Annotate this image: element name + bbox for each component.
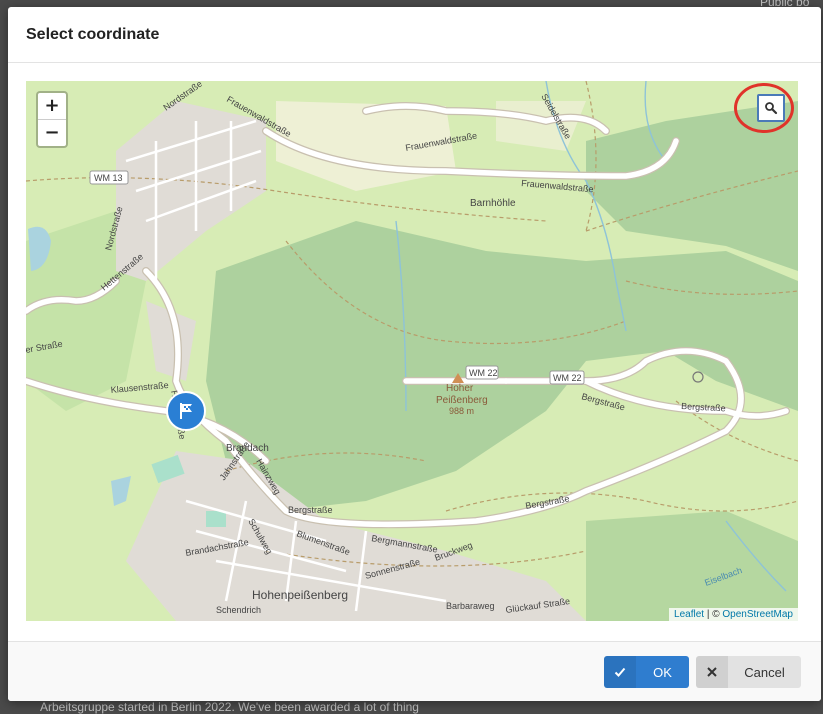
attribution-separator: | © [704, 609, 723, 620]
map-label-hohenpeissenberg: Hohenpeißenberg [252, 588, 348, 602]
map-label-bergstrasse-mid: Bergstraße [288, 505, 333, 515]
map-label-wm22a: WM 22 [469, 368, 498, 378]
openstreetmap-link[interactable]: OpenStreetMap [722, 609, 793, 620]
zoom-control: + − [36, 91, 68, 148]
map-search-button[interactable] [757, 94, 785, 122]
map-view[interactable]: WM 13 WM 22 WM 22 Nordstraße Frauenwalds… [26, 81, 798, 621]
ok-button[interactable]: OK [604, 656, 689, 688]
search-icon [765, 102, 778, 115]
map-label-schendrich: Schendrich [216, 605, 261, 615]
map-label-elevation: 988 m [449, 406, 474, 416]
map-label-peissenberg: Peißenberg [436, 395, 488, 406]
map-label-wm13: WM 13 [94, 173, 123, 183]
cancel-button-label: Cancel [744, 664, 785, 680]
ok-button-label: OK [653, 664, 672, 680]
dialog-footer: OK Cancel [8, 641, 821, 701]
dialog-header: Select coordinate [8, 7, 821, 63]
backdrop-bottom-text: Arbeitsgruppe started in Berlin 2022. We… [40, 700, 419, 714]
dialog-title: Select coordinate [26, 25, 160, 43]
location-marker[interactable] [166, 391, 206, 431]
map-label-barnhohle: Barnhöhle [470, 198, 516, 209]
flag-marker-icon [180, 403, 192, 419]
map-label-wm22b: WM 22 [553, 373, 582, 383]
dialog-body: WM 13 WM 22 WM 22 Nordstraße Frauenwalds… [8, 63, 821, 640]
leaflet-link[interactable]: Leaflet [674, 609, 704, 620]
select-coordinate-dialog: Select coordinate WM 13 WM 22 WM 22 Nord… [8, 7, 821, 701]
cancel-button[interactable]: Cancel [696, 656, 801, 688]
zoom-out-button[interactable]: − [38, 119, 66, 146]
close-icon [696, 656, 728, 688]
zoom-in-button[interactable]: + [38, 93, 66, 119]
map-attribution: Leaflet | © OpenStreetMap [669, 608, 798, 621]
map-label-hoher: Hoher [446, 383, 474, 394]
map-tiles[interactable]: WM 13 WM 22 WM 22 Nordstraße Frauenwalds… [26, 81, 798, 621]
check-icon [604, 656, 636, 688]
map-label-barbaraweg: Barbaraweg [446, 601, 495, 611]
